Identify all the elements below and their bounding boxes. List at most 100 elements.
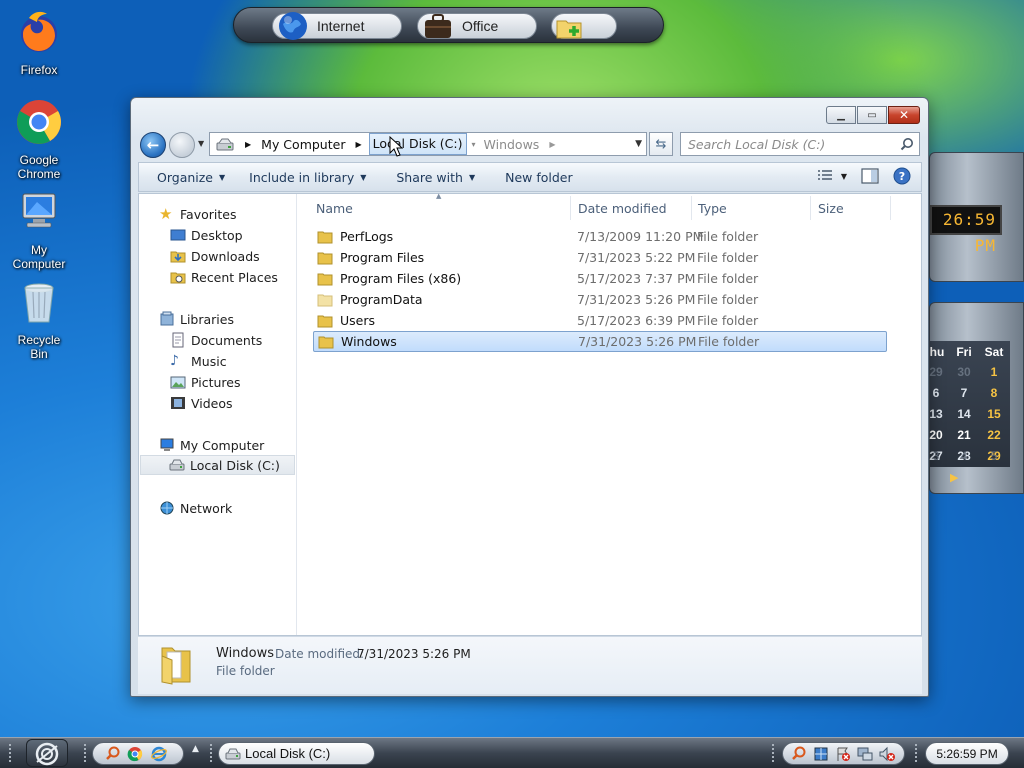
hidden-folder-icon: [317, 294, 333, 306]
column-header-date[interactable]: Date modified: [571, 196, 692, 220]
column-header-size[interactable]: Size: [811, 196, 891, 220]
display-icon[interactable]: [857, 746, 873, 762]
calendar-day[interactable]: 7: [949, 386, 979, 400]
nav-item-desktop[interactable]: Desktop: [170, 225, 243, 245]
globe-icon: [279, 12, 307, 40]
nav-item-network[interactable]: Network: [159, 498, 232, 518]
add-folder-icon: [556, 20, 582, 39]
breadcrumb-local-disk[interactable]: Local Disk (C:): [368, 133, 467, 155]
breadcrumb-windows[interactable]: Windows: [481, 137, 543, 152]
nav-item-videos[interactable]: Videos: [170, 393, 233, 413]
calendar-next-arrow-icon[interactable]: ▶: [950, 471, 958, 484]
chevron-down-icon: ▼: [219, 172, 226, 182]
file-date: 7/31/2023 5:22 PM: [577, 250, 696, 265]
back-button[interactable]: ←: [140, 132, 166, 158]
column-header-type[interactable]: Type: [692, 196, 811, 220]
nav-label: Pictures: [191, 374, 241, 390]
dock-add-folder-button[interactable]: [551, 13, 617, 39]
nav-label: My Computer: [180, 437, 265, 453]
navigation-pane[interactable]: ★ Favorites Desktop Downloads Recent Pla…: [139, 194, 297, 635]
nav-item-music[interactable]: ♪ Music: [170, 351, 227, 371]
new-folder-button[interactable]: New folder: [489, 170, 587, 185]
svg-text:?: ?: [899, 170, 905, 183]
calendar-day[interactable]: 30: [949, 365, 979, 379]
calendar-day[interactable]: 4: [949, 449, 979, 463]
column-header-name[interactable]: Name: [298, 196, 571, 220]
forward-button[interactable]: [169, 132, 195, 158]
nav-item-recent-places[interactable]: Recent Places: [170, 267, 278, 287]
calendar-day[interactable]: 22: [979, 428, 1009, 442]
dock-office-button[interactable]: Office: [417, 13, 537, 39]
file-row[interactable]: Program Files 7/31/2023 5:22 PM File fol…: [313, 247, 887, 268]
calendar-day[interactable]: 8: [979, 386, 1009, 400]
clock-gadget[interactable]: 26:59 PM: [929, 152, 1024, 282]
window-controls: ▁ ▭ ✕: [826, 106, 920, 124]
breadcrumb-my-computer[interactable]: My Computer: [258, 137, 348, 152]
breadcrumb-separator-icon[interactable]: ▶: [549, 140, 555, 149]
breadcrumb-dropdown-icon[interactable]: ▾: [472, 140, 476, 149]
desktop-icon-recycle-bin[interactable]: Recycle Bin: [0, 278, 78, 361]
search-input[interactable]: Search Local Disk (C:): [680, 132, 920, 156]
address-bar[interactable]: ▶ My Computer ▶ Local Disk (C:) ▾ Window…: [209, 132, 647, 156]
file-type: File folder: [697, 313, 759, 328]
volume-muted-icon[interactable]: [879, 746, 895, 762]
search-icon[interactable]: [791, 746, 807, 762]
breadcrumb-separator-icon[interactable]: ▶: [245, 140, 251, 149]
calendar-gadget[interactable]: hu Fri Sat 29 30 1 6 7 8 13 14 15 20 21 …: [929, 302, 1024, 494]
help-icon[interactable]: ?: [893, 167, 911, 185]
taskbar-window-local-disk[interactable]: Local Disk (C:): [218, 742, 375, 765]
file-type: File folder: [697, 229, 759, 244]
nav-item-local-disk[interactable]: Local Disk (C:): [140, 455, 295, 475]
desktop-icon-label: Recycle Bin: [17, 333, 61, 361]
file-list[interactable]: Name ▲ Date modified Type Size PerfLogs …: [298, 192, 921, 635]
maximize-button[interactable]: ▭: [857, 106, 887, 124]
file-date: 7/31/2023 5:26 PM: [578, 334, 697, 349]
organize-button[interactable]: Organize ▼: [139, 170, 239, 185]
minimize-button[interactable]: ▁: [826, 106, 856, 124]
network-tray-icon[interactable]: [813, 746, 829, 762]
share-with-button[interactable]: Share with ▼: [380, 170, 489, 185]
taskbar-grip: [210, 744, 214, 762]
dock-internet-button[interactable]: Internet: [272, 12, 402, 40]
chrome-icon[interactable]: [127, 746, 143, 762]
change-view-button[interactable]: ▼: [817, 169, 847, 183]
internet-explorer-icon[interactable]: [151, 746, 167, 762]
nav-item-favorites[interactable]: ★ Favorites: [159, 204, 236, 224]
desktop-icon-chrome[interactable]: Google Chrome: [0, 98, 78, 181]
file-name: Windows: [341, 334, 397, 349]
calendar-day[interactable]: 21: [949, 428, 979, 442]
search-icon[interactable]: [105, 746, 121, 762]
search-placeholder: Search Local Disk (C:): [688, 136, 826, 152]
nav-item-documents[interactable]: Documents: [170, 330, 262, 350]
nav-item-libraries[interactable]: Libraries: [159, 309, 234, 329]
desktop-icon-my-computer[interactable]: My Computer: [0, 188, 78, 271]
file-row-selected[interactable]: Windows 7/31/2023 5:26 PM File folder: [313, 331, 887, 352]
nav-item-pictures[interactable]: Pictures: [170, 372, 241, 392]
recycle-bin-icon: [24, 283, 54, 323]
calendar-day[interactable]: 5: [979, 449, 1009, 463]
quick-launch-expand-icon[interactable]: ▲: [192, 744, 199, 754]
refresh-button[interactable]: ⇆: [649, 132, 673, 156]
address-history-dropdown-icon[interactable]: ▼: [635, 139, 642, 149]
include-in-library-button[interactable]: Include in library ▼: [239, 170, 380, 185]
nav-item-my-computer[interactable]: My Computer: [159, 435, 264, 455]
column-label: Date modified: [578, 200, 667, 216]
close-button[interactable]: ✕: [888, 106, 920, 124]
file-row[interactable]: Users 5/17/2023 6:39 PM File folder: [313, 310, 887, 331]
sort-ascending-icon: ▲: [436, 192, 442, 200]
breadcrumb-separator-icon[interactable]: ▶: [355, 140, 361, 149]
flag-alert-icon[interactable]: [835, 746, 851, 762]
details-item-type: File folder: [216, 664, 275, 678]
desktop-icon-firefox[interactable]: Firefox: [0, 8, 78, 77]
file-row[interactable]: ProgramData 7/31/2023 5:26 PM File folde…: [313, 289, 887, 310]
preview-pane-icon[interactable]: [861, 168, 879, 184]
file-row[interactable]: PerfLogs 7/13/2009 11:20 PM File folder: [313, 226, 887, 247]
nav-item-downloads[interactable]: Downloads: [170, 246, 260, 266]
calendar-day[interactable]: 1: [979, 365, 1009, 379]
calendar-day[interactable]: 15: [979, 407, 1009, 421]
taskbar-clock[interactable]: 5:26:59 PM: [925, 742, 1009, 765]
file-row[interactable]: Program Files (x86) 5/17/2023 7:37 PM Fi…: [313, 268, 887, 289]
calendar-day[interactable]: 14: [949, 407, 979, 421]
start-button[interactable]: [26, 739, 68, 767]
recent-pages-dropdown-icon[interactable]: ▼: [198, 139, 204, 148]
